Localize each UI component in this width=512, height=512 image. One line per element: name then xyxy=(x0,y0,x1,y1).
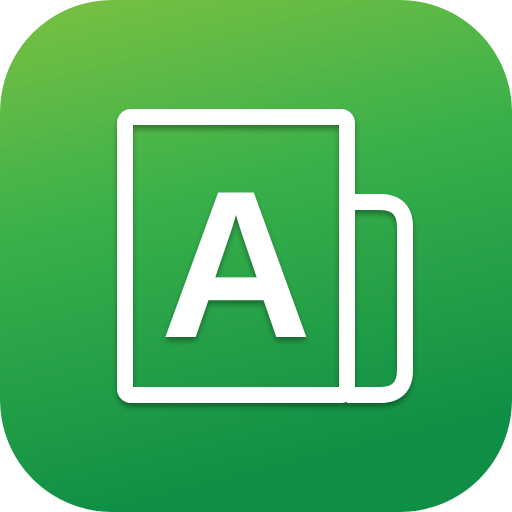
app-icon-artwork: A xyxy=(0,0,512,512)
app-icon[interactable]: A xyxy=(0,0,512,512)
card-letter: A xyxy=(160,147,312,382)
